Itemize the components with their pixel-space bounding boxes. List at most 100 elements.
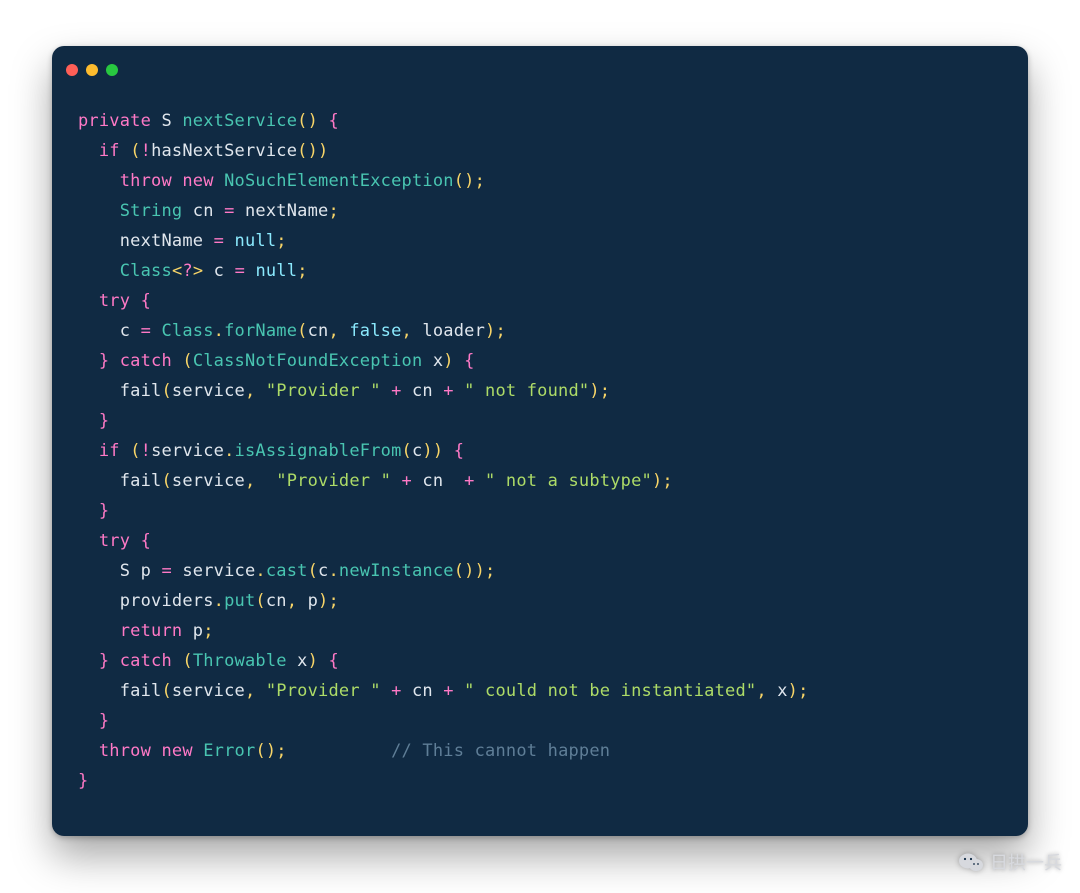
code-token xyxy=(78,201,120,221)
code-token xyxy=(339,321,349,341)
code-token: )) xyxy=(422,441,443,461)
code-token xyxy=(78,711,99,731)
code-token: ); xyxy=(589,381,610,401)
code-token: + xyxy=(391,381,401,401)
code-token: catch xyxy=(120,651,172,671)
code-token: p xyxy=(297,591,318,611)
code-token: ? xyxy=(182,261,192,281)
minimize-icon[interactable] xyxy=(86,64,98,76)
code-line: } xyxy=(78,406,1002,436)
code-token: fail xyxy=(78,381,161,401)
code-token: service xyxy=(172,681,245,701)
code-token: String xyxy=(120,201,183,221)
code-token: isAssignableFrom xyxy=(235,441,402,461)
code-token: nextName xyxy=(235,201,329,221)
close-icon[interactable] xyxy=(66,64,78,76)
code-line: } catch (ClassNotFoundException x) { xyxy=(78,346,1002,376)
code-line: fail(service, "Provider " + cn + " could… xyxy=(78,676,1002,706)
code-token: ( xyxy=(161,681,171,701)
code-token xyxy=(78,651,99,671)
maximize-icon[interactable] xyxy=(106,64,118,76)
code-token: throw xyxy=(120,171,172,191)
code-token: nextName xyxy=(78,231,214,251)
code-token: null xyxy=(235,231,277,251)
code-token: ) xyxy=(443,351,453,371)
code-token xyxy=(381,681,391,701)
code-token: " could not be instantiated" xyxy=(464,681,756,701)
code-token: ( xyxy=(130,141,140,161)
code-token: Throwable xyxy=(193,651,287,671)
code-token: NoSuchElementException xyxy=(224,171,454,191)
code-area[interactable]: private S nextService() { if (!hasNextSe… xyxy=(52,88,1028,816)
code-line: } xyxy=(78,496,1002,526)
code-token xyxy=(78,141,99,161)
code-token xyxy=(151,741,161,761)
code-token xyxy=(214,171,224,191)
code-token: "Provider " xyxy=(266,681,381,701)
code-token xyxy=(120,141,130,161)
code-token: = xyxy=(214,231,224,251)
code-token: ; xyxy=(328,201,338,221)
wechat-icon xyxy=(958,851,984,873)
code-token xyxy=(193,741,203,761)
code-token: ( xyxy=(182,651,192,671)
code-token: x xyxy=(287,651,308,671)
code-token: + xyxy=(443,681,453,701)
code-token: service xyxy=(172,471,245,491)
code-token xyxy=(130,531,140,551)
code-token: put xyxy=(224,591,255,611)
code-token xyxy=(78,531,99,551)
code-token: cast xyxy=(266,561,308,581)
code-token: ; xyxy=(297,261,307,281)
code-token: + xyxy=(443,381,453,401)
code-token: false xyxy=(349,321,401,341)
code-token: ( xyxy=(130,441,140,461)
code-token: fail xyxy=(78,471,161,491)
code-token: = xyxy=(224,201,234,221)
code-token: "Provider " xyxy=(276,471,391,491)
code-token: c xyxy=(318,561,328,581)
code-line: c = Class.forName(cn, false, loader); xyxy=(78,316,1002,346)
code-token: < xyxy=(172,261,182,281)
code-line: Class<?> c = null; xyxy=(78,256,1002,286)
code-line: } catch (Throwable x) { xyxy=(78,646,1002,676)
code-token: cn xyxy=(266,591,287,611)
code-token xyxy=(454,381,464,401)
code-token xyxy=(224,231,234,251)
code-line: nextName = null; xyxy=(78,226,1002,256)
code-token xyxy=(391,471,401,491)
code-token: ( xyxy=(161,381,171,401)
code-token xyxy=(78,441,99,461)
code-token: ( xyxy=(297,321,307,341)
code-token xyxy=(78,351,99,371)
code-token: catch xyxy=(120,351,172,371)
code-token: " not found" xyxy=(464,381,589,401)
code-token: (); xyxy=(454,171,485,191)
code-line: try { xyxy=(78,526,1002,556)
code-token: } xyxy=(99,651,109,671)
code-token: { xyxy=(454,441,464,461)
code-token xyxy=(78,261,120,281)
code-token: newInstance xyxy=(339,561,454,581)
code-token: , xyxy=(756,681,766,701)
code-token: () xyxy=(297,111,318,131)
code-token: service xyxy=(151,441,224,461)
code-token: { xyxy=(141,531,151,551)
code-token xyxy=(475,471,485,491)
code-token: cn xyxy=(402,381,444,401)
code-token: if xyxy=(99,441,120,461)
code-token: { xyxy=(328,111,338,131)
code-token: try xyxy=(99,531,130,551)
code-token: "Provider " xyxy=(266,381,381,401)
code-token: throw xyxy=(99,741,151,761)
code-token: c xyxy=(412,441,422,461)
code-token: . xyxy=(328,561,338,581)
code-token: ! xyxy=(141,141,151,161)
code-token: { xyxy=(141,291,151,311)
code-token xyxy=(130,291,140,311)
code-token: private xyxy=(78,111,151,131)
code-token: p xyxy=(182,621,203,641)
code-token: cn xyxy=(182,201,224,221)
code-token: . xyxy=(214,321,224,341)
code-token: ); xyxy=(485,321,506,341)
